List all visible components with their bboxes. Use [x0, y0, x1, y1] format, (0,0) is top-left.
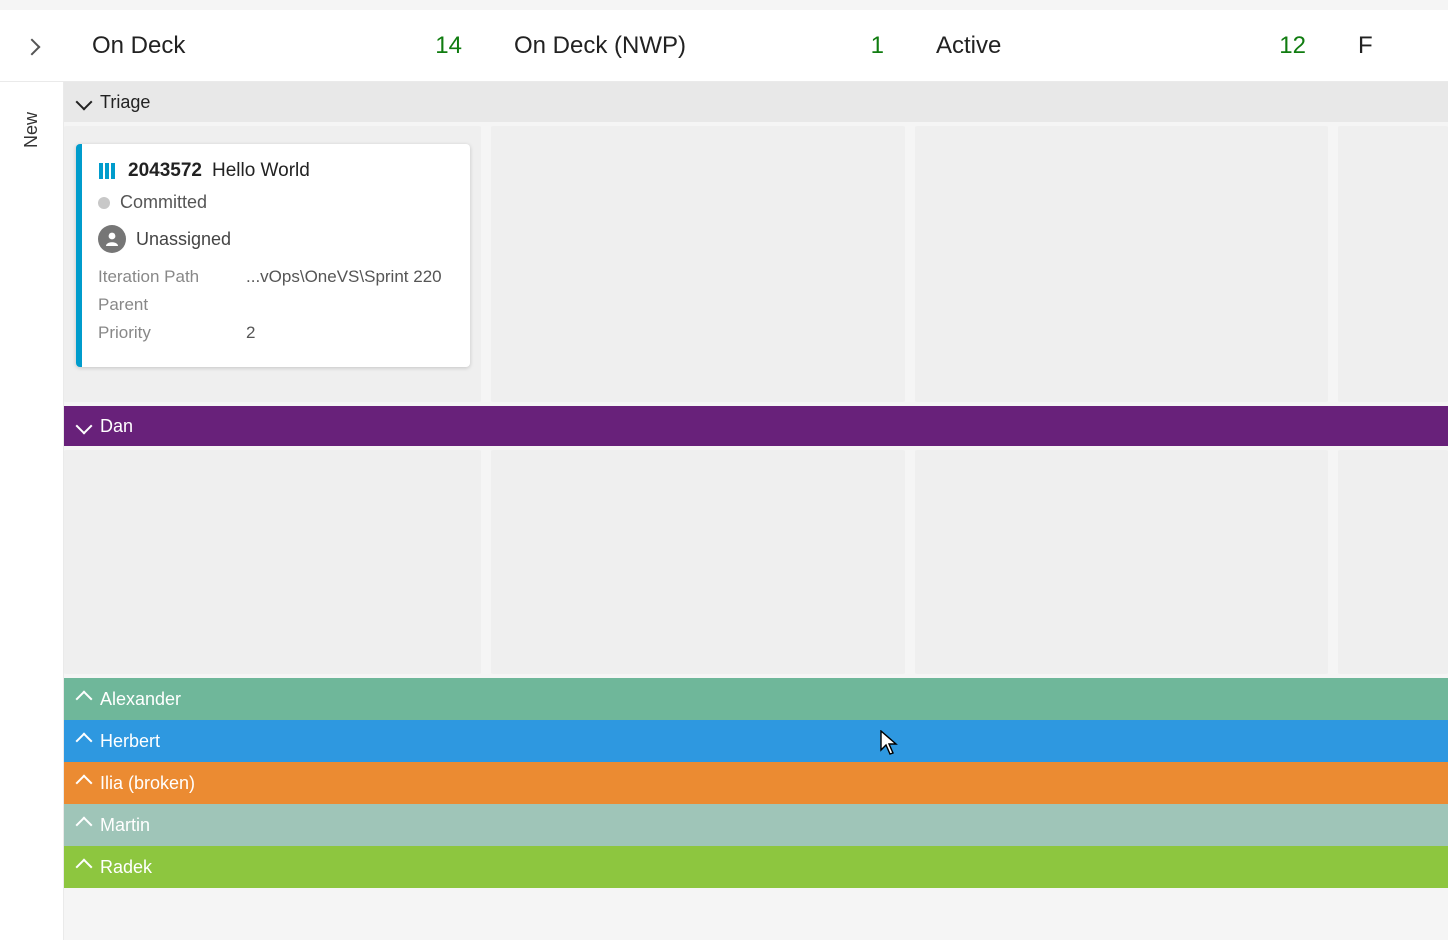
board-area: New Triage [0, 82, 1448, 940]
drop-zone-triage-on-deck-nwp[interactable] [491, 126, 904, 402]
column-headers: On Deck 14 On Deck (NWP) 1 Active 12 F [0, 10, 1448, 82]
card-field-priority: Priority 2 [98, 323, 450, 343]
field-label: Priority [98, 323, 246, 343]
work-item-id: 2043572 [128, 160, 202, 182]
column-header-active[interactable]: Active 12 [908, 10, 1330, 81]
column-header-on-deck-nwp[interactable]: On Deck (NWP) 1 [486, 10, 908, 81]
column-count: 14 [435, 32, 462, 60]
drop-zone-dan-on-deck[interactable] [64, 450, 481, 674]
swimlane-header-martin[interactable]: Martin [64, 804, 1448, 846]
work-item-type-icon [98, 161, 118, 181]
swimlane-header-triage[interactable]: Triage [64, 82, 1448, 122]
swimlane-header-ilia[interactable]: Ilia (broken) [64, 762, 1448, 804]
vertical-swimlane-label: New [21, 112, 42, 148]
chevron-up-icon [78, 689, 90, 710]
swimlane-header-herbert[interactable]: Herbert [64, 720, 1448, 762]
column-count: 12 [1279, 32, 1306, 60]
column-title: On Deck [92, 32, 185, 60]
column-title: Active [936, 32, 1001, 60]
card-field-parent: Parent [98, 295, 450, 315]
drop-zone-dan-partial[interactable] [1338, 450, 1448, 674]
swimlane-body-triage: 2043572 Hello World Committed [64, 122, 1448, 406]
field-label: Parent [98, 295, 246, 315]
swimlane-label: Triage [100, 92, 150, 113]
chevron-right-icon [26, 33, 38, 59]
chevron-up-icon [78, 857, 90, 878]
state-label: Committed [120, 192, 207, 213]
chevron-up-icon [78, 773, 90, 794]
swimlanes: Triage 2043572 Hello Wo [64, 82, 1448, 940]
top-spacer [0, 0, 1448, 10]
swimlane-label: Herbert [100, 731, 160, 752]
column-title: On Deck (NWP) [514, 32, 686, 60]
expand-columns-toggle[interactable] [0, 33, 64, 59]
work-item-assignee[interactable]: Unassigned [98, 225, 450, 253]
work-item-title: Hello World [212, 160, 310, 182]
chevron-down-icon [78, 92, 90, 113]
chevron-up-icon [78, 731, 90, 752]
chevron-up-icon [78, 815, 90, 836]
swimlane-label: Martin [100, 815, 150, 836]
drop-zone-triage-on-deck[interactable]: 2043572 Hello World Committed [64, 126, 481, 402]
card-title-row: 2043572 Hello World [98, 160, 450, 182]
drop-zone-triage-active[interactable] [915, 126, 1328, 402]
work-item-state: Committed [98, 192, 450, 213]
field-label: Iteration Path [98, 267, 246, 287]
column-count: 1 [871, 32, 884, 60]
drop-zone-dan-on-deck-nwp[interactable] [491, 450, 904, 674]
column-header-on-deck[interactable]: On Deck 14 [64, 10, 486, 81]
swimlane-label: Radek [100, 857, 152, 878]
drop-zone-dan-active[interactable] [915, 450, 1328, 674]
field-value: 2 [246, 323, 255, 343]
chevron-down-icon [78, 416, 90, 437]
swimlane-label: Ilia (broken) [100, 773, 195, 794]
assignee-label: Unassigned [136, 229, 231, 250]
field-value: ...vOps\OneVS\Sprint 220 [246, 267, 442, 287]
vertical-swimlane-new[interactable]: New [0, 82, 64, 940]
drop-zone-triage-partial[interactable] [1338, 126, 1448, 402]
swimlane-header-radek[interactable]: Radek [64, 846, 1448, 888]
state-dot-icon [98, 197, 110, 209]
swimlane-body-dan [64, 446, 1448, 678]
swimlane-header-alexander[interactable]: Alexander [64, 678, 1448, 720]
card-field-iteration: Iteration Path ...vOps\OneVS\Sprint 220 [98, 267, 450, 287]
work-item-card[interactable]: 2043572 Hello World Committed [76, 144, 470, 367]
swimlane-header-dan[interactable]: Dan [64, 406, 1448, 446]
unassigned-avatar-icon [98, 225, 126, 253]
column-header-partial[interactable]: F [1330, 10, 1448, 81]
swimlane-label: Dan [100, 416, 133, 437]
column-title: F [1358, 32, 1373, 60]
swimlane-label: Alexander [100, 689, 181, 710]
